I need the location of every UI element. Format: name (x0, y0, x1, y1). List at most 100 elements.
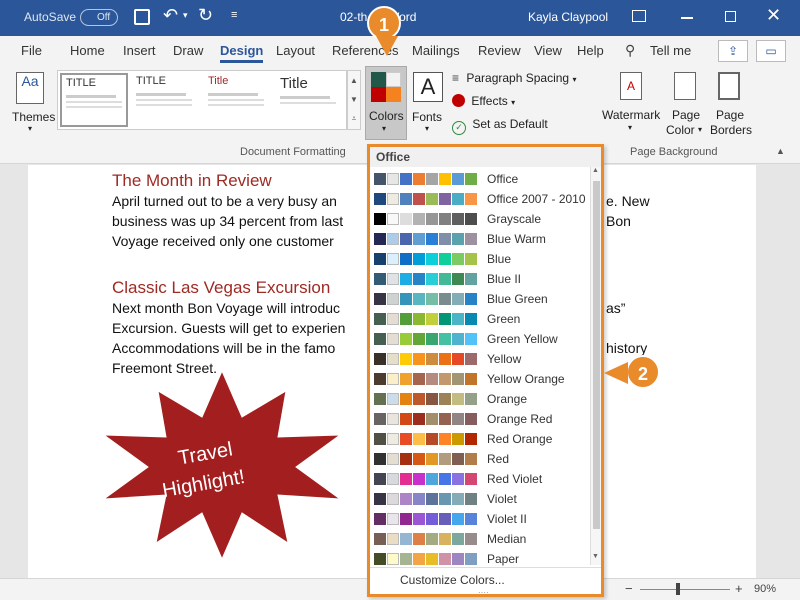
color-swatch (465, 373, 477, 385)
color-scheme-item[interactable]: Grayscale (370, 209, 590, 229)
starburst-shape[interactable] (96, 365, 348, 565)
watermark-icon: A (620, 72, 642, 100)
color-scheme-item[interactable]: Red Violet (370, 469, 590, 489)
tab-mailings[interactable]: Mailings (412, 43, 460, 58)
color-scheme-item[interactable]: Office 2007 - 2010 (370, 189, 590, 209)
zoom-slider[interactable] (640, 589, 730, 590)
color-swatch (387, 213, 399, 225)
color-scheme-item[interactable]: Blue Green (370, 289, 590, 309)
color-scheme-item[interactable]: Red Orange (370, 429, 590, 449)
page-borders-button[interactable]: Page Borders (708, 68, 752, 138)
color-scheme-item[interactable]: Median (370, 529, 590, 549)
tab-layout[interactable]: Layout (276, 43, 315, 58)
tab-review[interactable]: Review (478, 43, 521, 58)
color-swatch (426, 273, 438, 285)
set-as-default-button[interactable]: ✓ Set as Default (452, 117, 562, 135)
comments-icon[interactable]: ▭ (756, 40, 786, 62)
color-swatch (374, 373, 386, 385)
color-swatch (413, 213, 425, 225)
color-swatch (426, 193, 438, 205)
color-scheme-item[interactable]: Violet II (370, 509, 590, 529)
heading-vegas-excursion: Classic Las Vegas Excursion (112, 278, 331, 297)
color-scheme-item[interactable]: Orange Red (370, 409, 590, 429)
color-swatch (387, 173, 399, 185)
color-scheme-item[interactable]: Yellow Orange (370, 369, 590, 389)
color-swatch (452, 393, 464, 405)
tab-file[interactable]: File (21, 43, 42, 58)
collapse-ribbon-icon[interactable]: ▲ (776, 146, 785, 156)
style-set-gallery[interactable]: TITLE TITLE Title Title (57, 70, 347, 130)
resize-grip-icon[interactable]: ···· (478, 588, 489, 597)
color-swatch (452, 533, 464, 545)
themes-icon: Aa (16, 72, 44, 104)
color-scheme-item[interactable]: Blue (370, 249, 590, 269)
color-scheme-label: Red Violet (487, 472, 543, 486)
themes-button[interactable]: Aa Themes ▾ (8, 68, 56, 133)
themes-label: Themes (12, 110, 56, 124)
user-name[interactable]: Kayla Claypool (528, 10, 608, 24)
color-scheme-item[interactable]: Yellow (370, 349, 590, 369)
redo-icon[interactable]: ↻ (198, 5, 213, 26)
customize-qat-icon[interactable]: ≡ (231, 9, 237, 21)
color-swatch (374, 553, 386, 565)
color-scheme-item[interactable]: Red (370, 449, 590, 469)
save-icon[interactable] (134, 9, 150, 25)
color-swatch (413, 493, 425, 505)
scroll-down-icon[interactable]: ▼ (592, 553, 599, 560)
effects-button[interactable]: Effects ▾ (452, 94, 532, 112)
zoom-slider-thumb[interactable] (676, 583, 680, 595)
zoom-in-button[interactable]: + (735, 581, 743, 596)
fonts-button[interactable]: A Fonts ▾ (409, 68, 447, 136)
chevron-down-icon: ▾ (28, 124, 33, 133)
style-thumb-3[interactable]: Title (204, 73, 272, 127)
tab-design[interactable]: Design (220, 43, 264, 63)
minimize-icon[interactable] (681, 17, 693, 19)
colors-button[interactable]: Colors ▾ (365, 66, 407, 140)
color-scheme-item[interactable]: Violet (370, 489, 590, 509)
ribbon-display-icon[interactable] (632, 10, 646, 22)
page-color-button[interactable]: Page Color ▾ (664, 68, 706, 138)
paragraph-spacing-button[interactable]: ≡ Paragraph Spacing ▾ (452, 71, 582, 89)
share-icon[interactable]: ⇪ (718, 40, 748, 62)
maximize-icon[interactable] (725, 11, 736, 22)
dropdown-scrollbar[interactable]: ▲ ▼ (590, 167, 601, 565)
color-swatch (374, 493, 386, 505)
paragraph-spacing-icon: ≡ (452, 71, 460, 85)
color-scheme-item[interactable]: Green (370, 309, 590, 329)
paragraph-line: e. New (606, 193, 650, 209)
style-thumb-1[interactable]: TITLE (60, 73, 128, 127)
undo-icon[interactable]: ↶ (163, 5, 178, 26)
scroll-thumb[interactable] (593, 181, 600, 529)
tab-insert[interactable]: Insert (123, 43, 156, 58)
color-swatch (426, 353, 438, 365)
zoom-level[interactable]: 90% (754, 583, 776, 595)
color-scheme-item[interactable]: Green Yellow (370, 329, 590, 349)
color-swatch (413, 173, 425, 185)
watermark-button[interactable]: A Watermark ▾ (600, 68, 662, 138)
autosave-toggle[interactable]: Off (80, 9, 118, 26)
close-icon[interactable]: ✕ (766, 5, 781, 26)
color-swatch (439, 453, 451, 465)
style-thumb-4[interactable]: Title (276, 73, 344, 127)
color-scheme-item[interactable]: Paper (370, 549, 590, 569)
gallery-scroll[interactable]: ▲ ▼ ⩡ (347, 70, 361, 130)
color-scheme-item[interactable]: Orange (370, 389, 590, 409)
tell-me-search[interactable]: Tell me (650, 43, 691, 58)
style-thumb-2[interactable]: TITLE (132, 73, 200, 127)
color-scheme-item[interactable]: Blue II (370, 269, 590, 289)
tab-home[interactable]: Home (70, 43, 105, 58)
chevron-down-icon[interactable]: ▾ (183, 10, 188, 21)
scroll-up-icon[interactable]: ▲ (592, 167, 599, 174)
color-scheme-item[interactable]: Office (370, 169, 590, 189)
color-swatch (426, 553, 438, 565)
tab-draw[interactable]: Draw (173, 43, 203, 58)
color-swatch (452, 353, 464, 365)
color-swatch (374, 513, 386, 525)
search-icon[interactable]: ⚲ (625, 42, 635, 59)
zoom-out-button[interactable]: − (625, 581, 633, 596)
tab-view[interactable]: View (534, 43, 562, 58)
color-scheme-item[interactable]: Blue Warm (370, 229, 590, 249)
color-swatch (426, 173, 438, 185)
paragraph-line: Bon (606, 213, 631, 229)
tab-help[interactable]: Help (577, 43, 604, 58)
